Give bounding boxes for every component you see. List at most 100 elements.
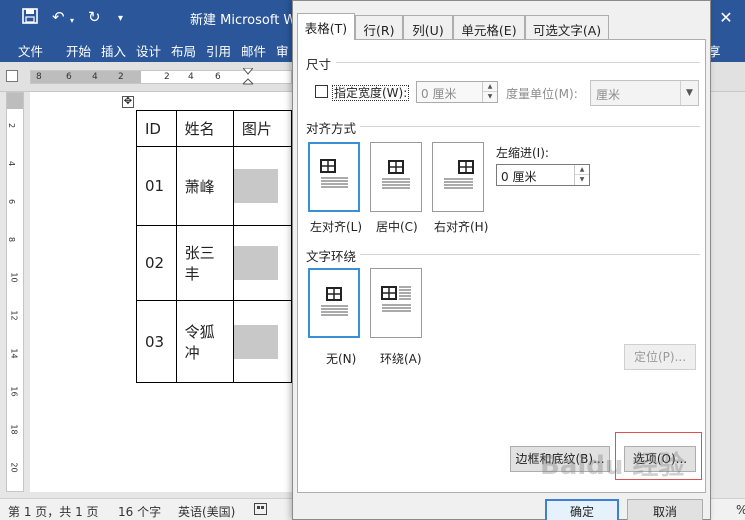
id-cell[interactable]: 03 xyxy=(136,300,177,383)
align-left-label[interactable]: 左对齐(L) xyxy=(310,218,362,235)
name-cell[interactable]: 张三丰 xyxy=(175,225,234,301)
table-tab-panel: 尺寸 指定宽度(W): 0 厘米 ▲ ▼ 度量单位(M): 厘米 ▼ 对齐方式 … xyxy=(297,39,706,493)
image-cell[interactable] xyxy=(232,146,293,226)
language-indicator[interactable]: 英语(美国) xyxy=(178,503,235,520)
table-move-handle-icon[interactable]: ✥ xyxy=(122,96,134,108)
wrap-none-icon xyxy=(321,287,348,316)
header-cell-name[interactable]: 姓名 xyxy=(175,110,234,147)
borders-shading-button[interactable]: 边框和底纹(B)... xyxy=(510,446,610,472)
redo-icon[interactable]: ↻ xyxy=(88,8,101,26)
spin-down-icon[interactable]: ▼ xyxy=(483,92,497,102)
table-header-row: ID 姓名 图片 xyxy=(136,110,293,147)
section-divider xyxy=(336,62,700,63)
ruler-margin xyxy=(31,71,141,83)
tab-selector[interactable] xyxy=(6,70,18,82)
ribbon-tab-references[interactable]: 引用 xyxy=(206,41,231,60)
ruler-number: 4 xyxy=(92,72,98,82)
spinner: ▲ ▼ xyxy=(574,165,589,185)
ruler-number: 8 xyxy=(7,236,17,243)
align-right-option[interactable] xyxy=(432,142,484,212)
image-placeholder xyxy=(233,246,278,280)
save-icon[interactable] xyxy=(22,8,38,28)
document-table[interactable]: ID 姓名 图片 01 萧峰 02 张三丰 03 令狐冲 xyxy=(136,110,293,383)
macro-record-icon[interactable] xyxy=(254,503,267,518)
ruler-number: 10 xyxy=(9,272,19,283)
positioning-button[interactable]: 定位(P)... xyxy=(624,344,696,370)
name-cell[interactable]: 令狐冲 xyxy=(175,300,234,383)
close-icon[interactable]: ✕ xyxy=(716,8,736,28)
wrap-none-option[interactable] xyxy=(308,268,360,338)
header-cell-image[interactable]: 图片 xyxy=(232,110,293,147)
tab-table[interactable]: 表格(T) xyxy=(297,13,355,40)
ruler-number: 4 xyxy=(7,160,17,167)
window-title: 新建 Microsoft W xyxy=(190,13,297,28)
image-cell[interactable] xyxy=(232,300,293,383)
align-center-icon xyxy=(382,160,410,189)
wrap-around-label[interactable]: 环绕(A) xyxy=(380,350,422,367)
indent-label: 左缩进(I): xyxy=(496,146,549,160)
page-count[interactable]: 第 1 页，共 1 页 xyxy=(8,503,99,520)
ribbon-tab-review[interactable]: 审 xyxy=(276,41,289,60)
ribbon-tab-design[interactable]: 设计 xyxy=(136,41,161,60)
cancel-button[interactable]: 取消 xyxy=(627,499,703,520)
align-right-label[interactable]: 右对齐(H) xyxy=(434,218,488,235)
preferred-width-label: 指定宽度(W): xyxy=(332,84,410,101)
ribbon-tab-insert[interactable]: 插入 xyxy=(101,41,126,60)
table-row: 01 萧峰 xyxy=(136,146,293,226)
wrap-none-label[interactable]: 无(N) xyxy=(326,350,356,367)
preferred-width-value: 0 厘米 xyxy=(421,87,457,101)
word-count[interactable]: 16 个字 xyxy=(118,503,161,520)
measure-in-select[interactable]: 厘米 ▼ xyxy=(590,80,699,106)
name-cell[interactable]: 萧峰 xyxy=(175,146,234,226)
tab-cell[interactable]: 单元格(E) xyxy=(453,15,525,39)
align-center-option[interactable] xyxy=(370,142,422,212)
ruler-number: 4 xyxy=(188,72,194,82)
zoom-level[interactable]: % xyxy=(736,503,745,517)
ribbon-tab-file[interactable]: 文件 xyxy=(18,41,43,60)
wrap-around-option[interactable] xyxy=(370,268,422,338)
preferred-width-checkbox[interactable] xyxy=(315,85,328,98)
spinner: ▲ ▼ xyxy=(482,82,497,102)
measure-in-value: 厘米 xyxy=(596,88,621,102)
header-cell-id[interactable]: ID xyxy=(136,110,177,147)
table-row: 02 张三丰 xyxy=(136,225,293,301)
spin-up-icon[interactable]: ▲ xyxy=(575,165,589,175)
ruler-number: 16 xyxy=(9,386,19,397)
image-placeholder xyxy=(233,324,278,359)
indent-marker-icon[interactable] xyxy=(243,68,253,86)
undo-icon[interactable]: ↶ xyxy=(52,8,65,26)
chevron-down-icon: ▼ xyxy=(680,81,698,105)
vertical-ruler[interactable]: 2 4 6 8 10 12 14 16 18 20 xyxy=(6,92,24,492)
tab-column[interactable]: 列(U) xyxy=(403,15,453,39)
spin-down-icon[interactable]: ▼ xyxy=(575,175,589,185)
ribbon-tab-mailings[interactable]: 邮件 xyxy=(241,41,266,60)
indent-input[interactable]: 0 厘米 ▲ ▼ xyxy=(496,164,590,186)
preferred-width-label-text: 指定宽度(W): xyxy=(332,85,410,101)
measure-in-label: 度量单位(M): xyxy=(506,87,578,101)
ribbon-tab-layout[interactable]: 布局 xyxy=(171,41,196,60)
ruler-number: 18 xyxy=(9,424,19,435)
alignment-section-title: 对齐方式 xyxy=(306,121,357,136)
id-cell[interactable]: 02 xyxy=(136,225,177,301)
ruler-number: 2 xyxy=(164,72,170,82)
id-cell[interactable]: 01 xyxy=(136,146,177,226)
customize-toolbar-icon[interactable]: ▾ xyxy=(118,10,123,28)
document-page[interactable]: ✥ ID 姓名 图片 01 萧峰 02 张三丰 03 令狐冲 xyxy=(30,92,293,492)
undo-dropdown-icon[interactable]: ▾ xyxy=(70,12,74,30)
ruler-number: 14 xyxy=(9,348,19,359)
ruler-number: 20 xyxy=(9,462,19,473)
ruler-number: 12 xyxy=(9,310,19,321)
ribbon-tab-home[interactable]: 开始 xyxy=(66,41,91,60)
spin-up-icon[interactable]: ▲ xyxy=(483,82,497,92)
align-center-label[interactable]: 居中(C) xyxy=(376,218,418,235)
ruler-number: 8 xyxy=(36,72,42,82)
tab-alt-text[interactable]: 可选文字(A) xyxy=(525,15,609,39)
preferred-width-input[interactable]: 0 厘米 ▲ ▼ xyxy=(416,81,498,103)
align-left-option[interactable] xyxy=(308,142,360,212)
image-cell[interactable] xyxy=(232,225,293,301)
section-divider xyxy=(360,254,700,255)
ruler-number: 6 xyxy=(215,72,221,82)
highlight-box xyxy=(615,432,702,480)
tab-row[interactable]: 行(R) xyxy=(355,15,403,39)
ok-button[interactable]: 确定 xyxy=(545,499,619,520)
